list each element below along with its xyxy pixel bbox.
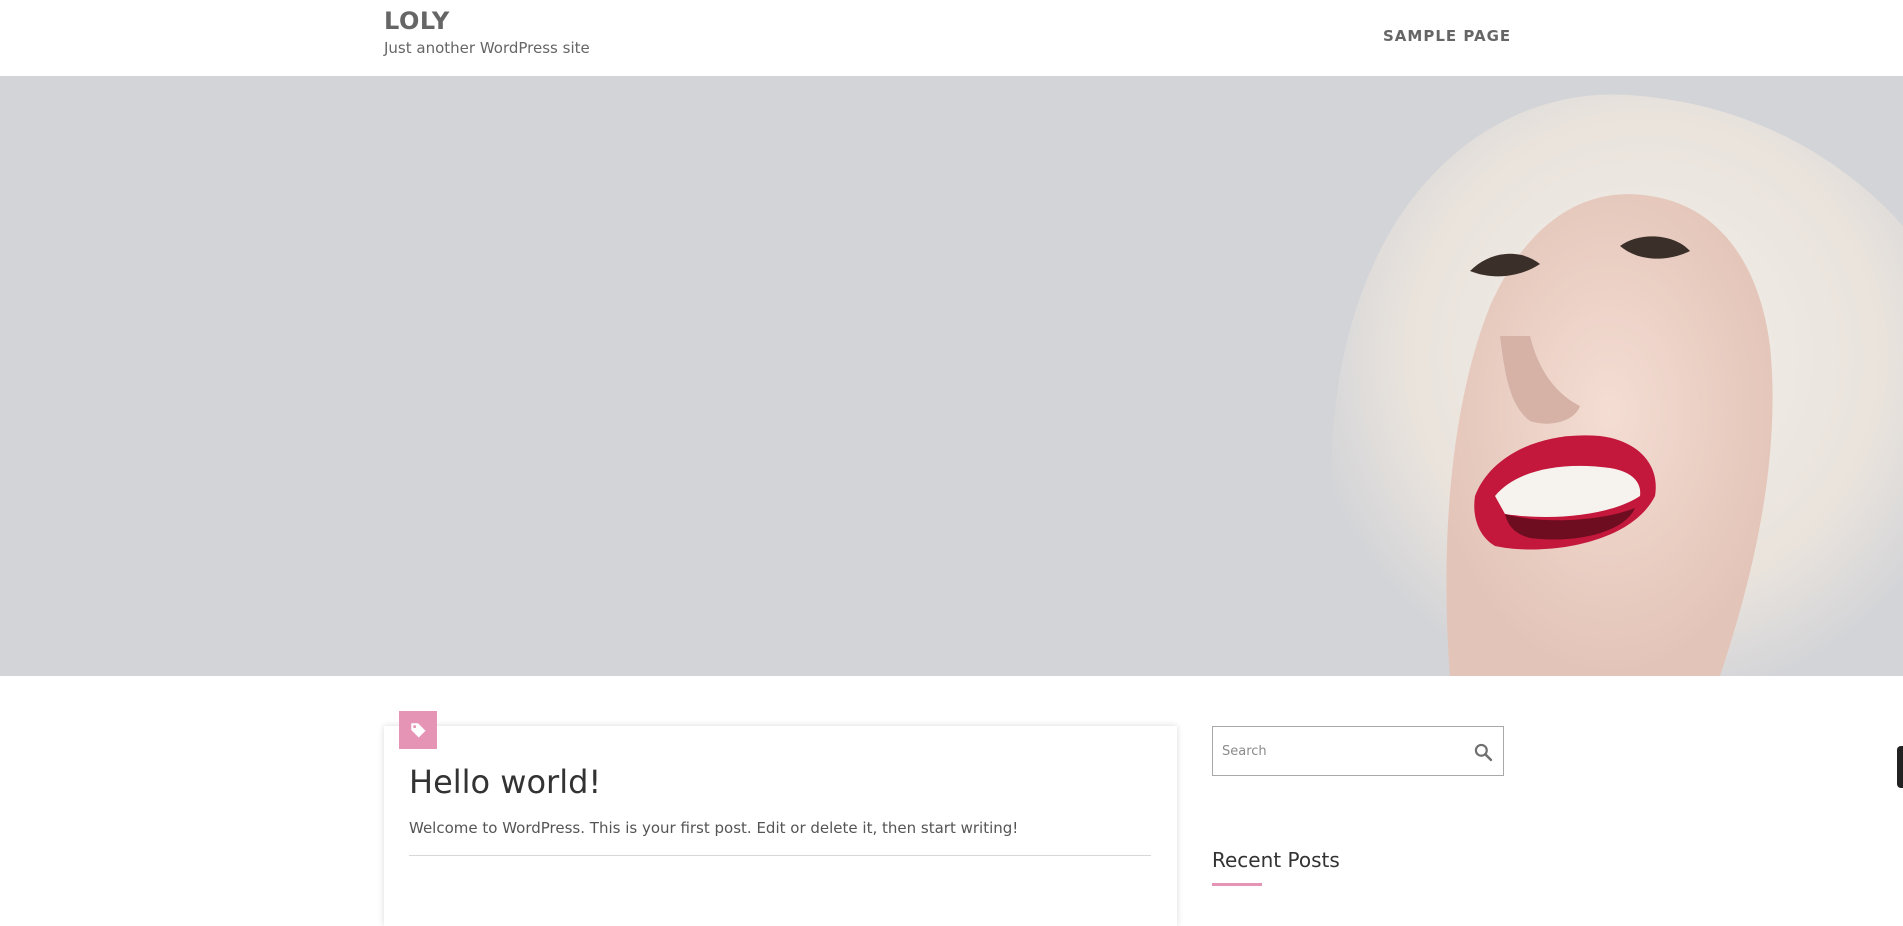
- main-navigation: SAMPLE PAGE: [1383, 26, 1511, 45]
- site-header: LOLY Just another WordPress site SAMPLE …: [0, 0, 1903, 76]
- search-icon: [1474, 743, 1493, 762]
- post-divider: [409, 855, 1151, 856]
- search-form: [1212, 726, 1504, 776]
- post-excerpt: Welcome to WordPress. This is your first…: [409, 819, 1019, 837]
- tag-icon: [411, 723, 426, 738]
- site-title[interactable]: LOLY: [384, 8, 590, 34]
- site-branding: LOLY Just another WordPress site: [384, 8, 590, 57]
- edge-handle[interactable]: [1897, 746, 1903, 788]
- recent-posts-title: Recent Posts: [1212, 848, 1340, 872]
- nav-item-sample-page[interactable]: SAMPLE PAGE: [1383, 27, 1511, 45]
- post-category-badge[interactable]: [399, 711, 437, 749]
- search-button[interactable]: [1471, 740, 1495, 764]
- hero-banner: [0, 76, 1903, 676]
- post-title[interactable]: Hello world!: [409, 762, 601, 802]
- hero-image: [1331, 94, 1903, 676]
- site-tagline: Just another WordPress site: [384, 39, 590, 57]
- search-input[interactable]: [1222, 727, 1462, 775]
